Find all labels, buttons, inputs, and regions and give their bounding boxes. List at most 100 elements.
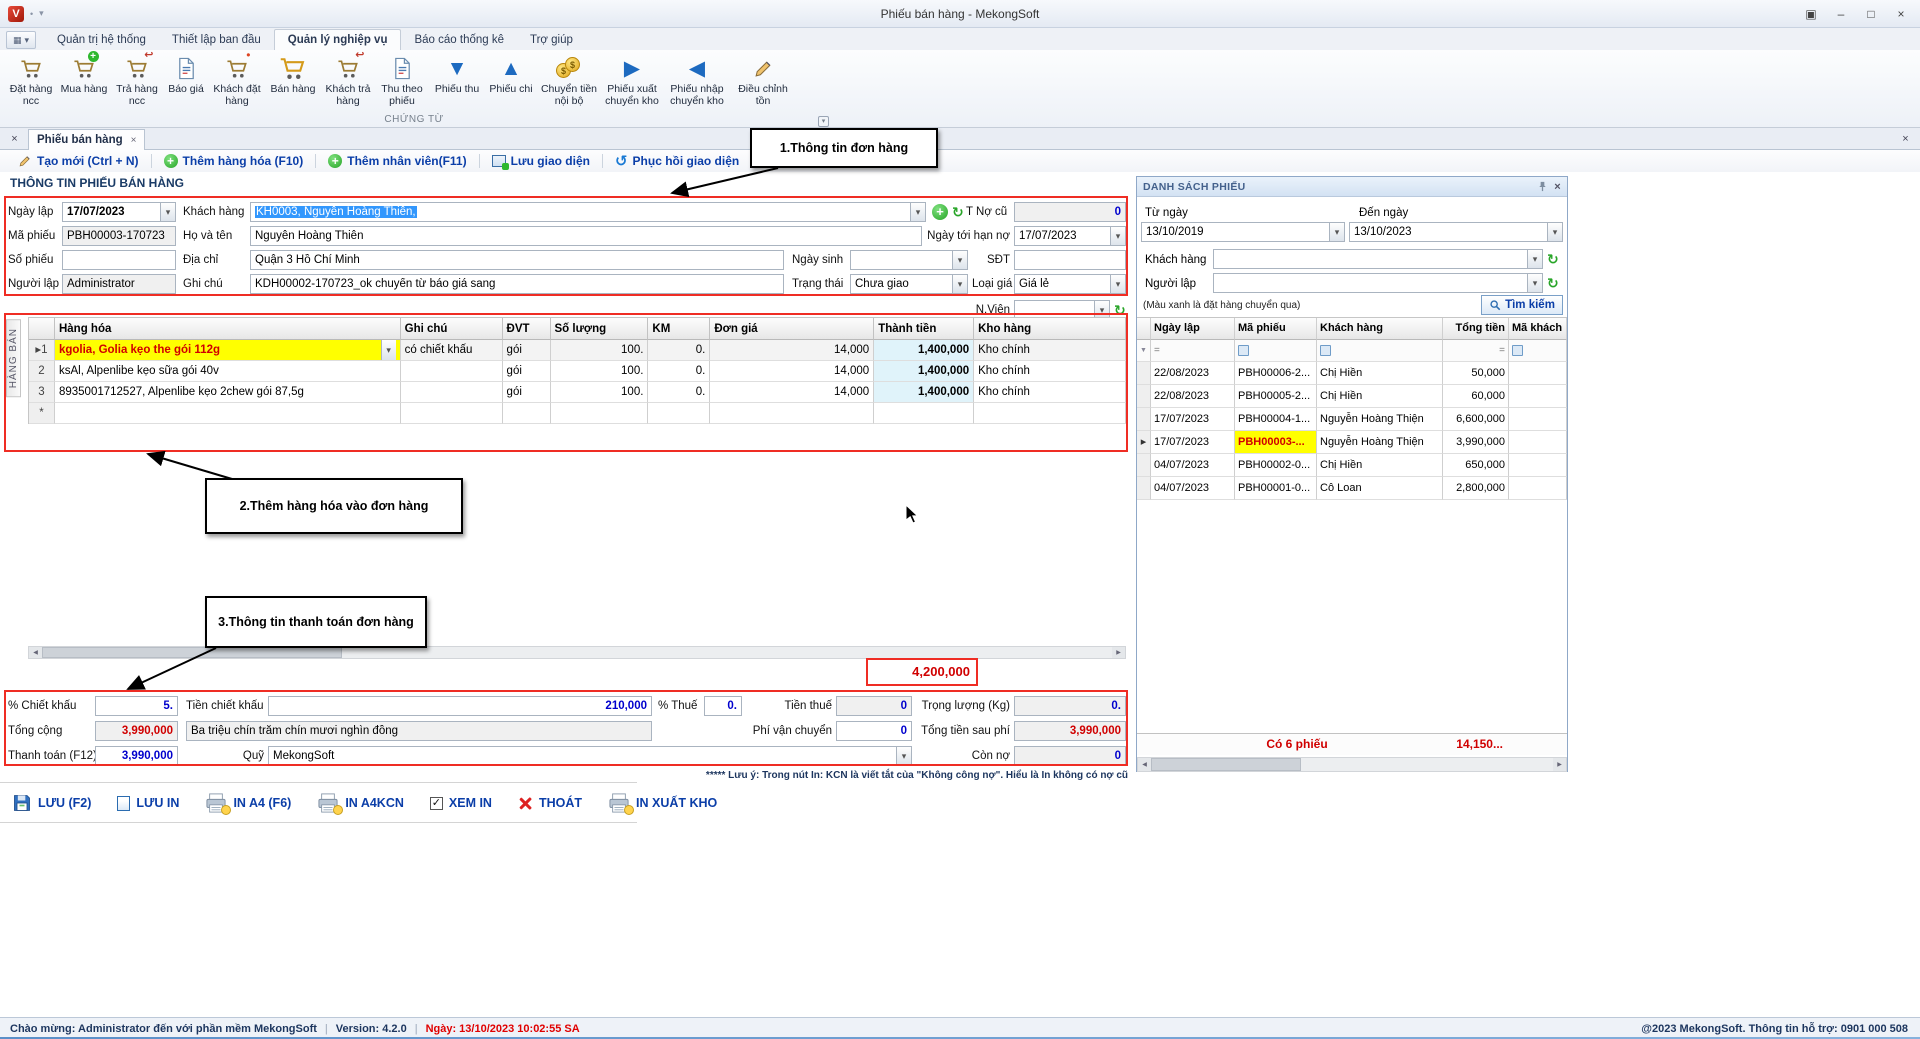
filter-cell[interactable] [1509, 340, 1567, 362]
list-row[interactable]: 22/08/2023 PBH00006-2... Chị Hiền 50,000 [1137, 362, 1567, 385]
thue-pct-field[interactable]: 0. [704, 696, 742, 716]
filter-cell[interactable] [1235, 340, 1317, 362]
dia-chi-field[interactable]: Quận 3 Hồ Chí Minh [250, 250, 784, 270]
search-button[interactable]: Tìm kiếm [1481, 295, 1563, 315]
thanh-toan-field[interactable]: 3,990,000 [95, 746, 178, 766]
ribbon-button-phieu-nhap-chuyen-kho[interactable]: ◀ Phiếu nhập chuyển kho [664, 51, 730, 113]
cell-don-gia[interactable]: 14,000 [710, 361, 874, 382]
filter-cell[interactable]: = [1151, 340, 1235, 362]
list-row[interactable]: 04/07/2023 PBH00001-0... Cô Loan 2,800,0… [1137, 477, 1567, 500]
trong-luong-field[interactable]: 0. [1014, 696, 1126, 716]
app-menu-button[interactable]: ▦ ▾ [6, 31, 36, 49]
tab-phieu-ban-hang[interactable]: Phiếu bán hàng × [28, 129, 145, 150]
ngay-lap-combo[interactable]: 17/07/2023▾ [62, 202, 176, 222]
cell-tong-tien[interactable]: 60,000 [1443, 385, 1509, 408]
cell-kho-hang[interactable]: Kho chính [974, 361, 1126, 382]
phi-van-chuyen-field[interactable]: 0 [836, 721, 912, 741]
t-no-cu-field[interactable]: 0 [1014, 202, 1126, 222]
list-row[interactable]: 17/07/2023 PBH00004-1... Nguyễn Hoàng Th… [1137, 408, 1567, 431]
cell-kho-hang[interactable]: Kho chính [974, 340, 1126, 361]
side-tab-hang-ban[interactable]: HÀNG BÁN [6, 319, 21, 397]
cell-so-luong[interactable]: 100. [551, 361, 649, 382]
print-a4-button[interactable]: IN A4 (F6) [205, 793, 291, 813]
header-ma-phieu[interactable]: Mã phiếu [1235, 318, 1317, 340]
header-khach-hang[interactable]: Khách hàng [1317, 318, 1443, 340]
group-dialog-launcher-icon[interactable]: ▾ [818, 116, 829, 127]
nguoi-lap-field[interactable]: Administrator [62, 274, 176, 294]
scroll-thumb[interactable] [42, 647, 342, 658]
header-so-luong[interactable]: Số lượng [551, 318, 649, 340]
cell-km[interactable]: 0. [648, 361, 710, 382]
cell-so-luong[interactable]: 100. [551, 340, 649, 361]
item-row[interactable]: ▸1 kgolia, Golia kẹo the gói 112g▾ có ch… [29, 340, 1126, 361]
filter-cell[interactable]: = [1443, 340, 1509, 362]
cell-ma-phieu[interactable]: PBH00003-... [1235, 431, 1317, 454]
refresh-icon[interactable]: ↻ [1547, 250, 1559, 268]
cell-khach-hang[interactable]: Chị Hiền [1317, 362, 1443, 385]
cell-ma-khach[interactable] [1509, 454, 1567, 477]
scroll-thumb[interactable] [1151, 758, 1301, 771]
cell-hang-hoa[interactable]: kgolia, Golia kẹo the gói 112g▾ [55, 340, 401, 361]
cell-km[interactable]: 0. [648, 340, 710, 361]
chevron-down-icon[interactable]: ▾ [952, 275, 967, 293]
chevron-down-icon[interactable]: ▾ [1110, 227, 1125, 245]
tab-tro-giup[interactable]: Trợ giúp [517, 29, 586, 50]
ribbon-button-khach-tra-hang[interactable]: ↩ Khách trả hàng [322, 51, 374, 113]
cell-ngay-lap[interactable]: 22/08/2023 [1151, 362, 1235, 385]
filter-row[interactable]: ▼ = = [1137, 340, 1567, 362]
filter-cell[interactable] [1317, 340, 1443, 362]
chevron-down-icon[interactable]: ▾ [1110, 275, 1125, 293]
chevron-down-icon[interactable]: ▾ [910, 203, 925, 221]
quy-combo[interactable]: MekongSoft▾ [268, 746, 912, 766]
add-item-button[interactable]: + Thêm hàng hóa (F10) [156, 151, 312, 171]
cell-tong-tien[interactable]: 3,990,000 [1443, 431, 1509, 454]
exit-button[interactable]: THOÁT [518, 796, 582, 811]
close-tab-icon[interactable]: × [131, 135, 137, 146]
chevron-down-icon[interactable]: ▾ [381, 340, 396, 360]
cell-km[interactable]: 0. [648, 382, 710, 403]
trang-thai-combo[interactable]: Chưa giao▾ [850, 274, 968, 294]
cell-ghi-chu[interactable] [401, 382, 503, 403]
cell-ma-khach[interactable] [1509, 477, 1567, 500]
cell-ma-phieu[interactable]: PBH00002-0... [1235, 454, 1317, 477]
pin-icon[interactable] [1537, 181, 1548, 192]
tab-quan-tri-he-thong[interactable]: Quản trị hệ thống [44, 29, 159, 50]
cell-hang-hoa[interactable] [55, 403, 401, 424]
tu-ngay-combo[interactable]: 13/10/2019▾ [1141, 222, 1345, 242]
cell-ngay-lap[interactable]: 04/07/2023 [1151, 477, 1235, 500]
cell-dvt[interactable]: gói [503, 340, 551, 361]
ngay-sinh-combo[interactable]: ▾ [850, 250, 968, 270]
header-thanh-tien[interactable]: Thành tiền [874, 318, 974, 340]
item-row[interactable]: 3 8935001712527, Alpenlibe kẹo 2chew gói… [29, 382, 1126, 403]
new-item-row[interactable]: * [29, 403, 1126, 424]
chevron-down-icon[interactable]: ▾ [896, 747, 911, 765]
scroll-left-icon[interactable]: ◀ [1138, 758, 1151, 771]
header-dvt[interactable]: ĐVT [503, 318, 551, 340]
cell-kho-hang[interactable] [974, 403, 1126, 424]
cell-km[interactable] [648, 403, 710, 424]
maximize-button[interactable]: □ [1856, 3, 1886, 24]
close-panel-icon[interactable]: × [1554, 181, 1561, 193]
cell-don-gia[interactable]: 14,000 [710, 382, 874, 403]
panel-khach-hang-combo[interactable]: ▾ [1213, 249, 1543, 269]
ribbon-button-phieu-chi[interactable]: ▲ Phiếu chi [484, 51, 538, 113]
cell-ma-phieu[interactable]: PBH00005-2... [1235, 385, 1317, 408]
ribbon-button-phieu-xuat-chuyen-kho[interactable]: ▶ Phiếu xuất chuyển kho [600, 51, 664, 113]
cell-khach-hang[interactable]: Chị Hiền [1317, 385, 1443, 408]
close-all-tabs-icon[interactable]: × [7, 132, 22, 147]
header-kho-hang[interactable]: Kho hàng [974, 318, 1126, 340]
cell-kho-hang[interactable]: Kho chính [974, 382, 1126, 403]
tab-thiet-lap-ban-dau[interactable]: Thiết lập ban đầu [159, 29, 274, 50]
panel-nguoi-lap-combo[interactable]: ▾ [1213, 273, 1543, 293]
cell-thanh-tien[interactable]: 1,400,000 [874, 361, 974, 382]
tien-chiet-khau-field[interactable]: 210,000 [268, 696, 652, 716]
cell-tong-tien[interactable]: 650,000 [1443, 454, 1509, 477]
chevron-down-icon[interactable]: ▾ [1527, 250, 1542, 268]
ngay-toi-han-no-combo[interactable]: 17/07/2023▾ [1014, 226, 1126, 246]
header-don-gia[interactable]: Đơn giá [710, 318, 874, 340]
print-export-button[interactable]: IN XUẤT KHO [608, 793, 717, 813]
loai-gia-combo[interactable]: Giá lẻ▾ [1014, 274, 1126, 294]
cell-thanh-tien[interactable] [874, 403, 974, 424]
cell-ghi-chu[interactable] [401, 361, 503, 382]
chevron-down-icon[interactable]: ▾ [1329, 223, 1344, 241]
